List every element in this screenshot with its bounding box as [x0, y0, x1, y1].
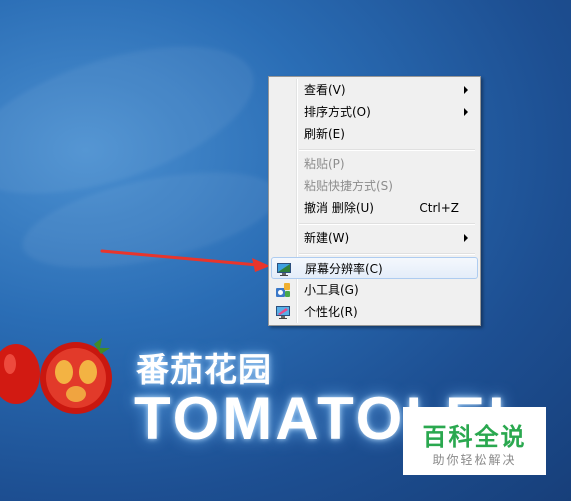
menu-item-label: 小工具(G) [304, 283, 359, 297]
submenu-arrow-icon [464, 108, 468, 116]
menu-item-new[interactable]: 新建(W) [271, 227, 478, 249]
menu-item-sort-by[interactable]: 排序方式(O) [271, 101, 478, 123]
annotation-arrow [100, 249, 270, 272]
watermark-badge: 百科全说 助你轻松解决 [403, 407, 546, 475]
menu-item-personalize[interactable]: 个性化(R) [271, 301, 478, 323]
desktop-context-menu: 查看(V) 排序方式(O) 刷新(E) 粘贴(P) 粘贴快捷方式(S) 撤消 删… [268, 76, 481, 326]
menu-item-undo-delete[interactable]: 撤消 删除(U) Ctrl+Z [271, 197, 478, 219]
watermark-title: 百科全说 [422, 423, 527, 451]
menu-item-label: 粘贴(P) [304, 157, 345, 171]
menu-item-label: 个性化(R) [304, 305, 358, 319]
desktop[interactable]: 番茄花园 TOMATOLEI 查看(V) 排序方式(O) 刷新(E) 粘贴(P)… [0, 0, 571, 501]
menu-item-label: 刷新(E) [304, 127, 345, 141]
watermark-subtitle: 助你轻松解决 [432, 453, 517, 467]
menu-separator [299, 253, 475, 255]
menu-item-paste-shortcut[interactable]: 粘贴快捷方式(S) [271, 175, 478, 197]
personalize-icon [276, 306, 290, 319]
menu-item-gadgets[interactable]: 小工具(G) [271, 279, 478, 301]
menu-item-label: 粘贴快捷方式(S) [304, 179, 393, 193]
tomato-slice-image [40, 338, 112, 414]
menu-item-screen-resolution[interactable]: 屏幕分辨率(C) [271, 257, 478, 279]
submenu-arrow-icon [464, 86, 468, 94]
menu-item-shortcut: Ctrl+Z [419, 201, 459, 215]
menu-separator [299, 149, 475, 151]
menu-item-paste[interactable]: 粘贴(P) [271, 153, 478, 175]
monitor-icon [277, 263, 291, 276]
gadgets-icon [276, 283, 290, 297]
menu-item-label: 查看(V) [304, 83, 346, 97]
menu-item-view[interactable]: 查看(V) [271, 79, 478, 101]
menu-item-label: 撤消 删除(U) [304, 201, 374, 215]
menu-separator [299, 223, 475, 225]
menu-item-refresh[interactable]: 刷新(E) [271, 123, 478, 145]
menu-item-label: 新建(W) [304, 231, 350, 245]
menu-item-label: 排序方式(O) [304, 105, 371, 119]
menu-item-label: 屏幕分辨率(C) [305, 262, 383, 276]
submenu-arrow-icon [464, 234, 468, 242]
